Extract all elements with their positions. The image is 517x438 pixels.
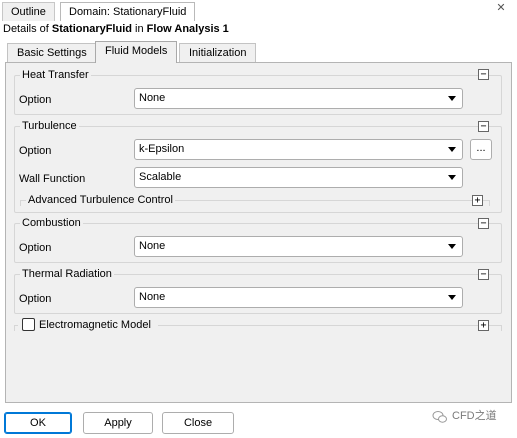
combustion-option-value: None <box>139 240 166 252</box>
turbulence-option-select[interactable]: k-Epsilon <box>134 139 463 160</box>
tab-fluid-models[interactable]: Fluid Models <box>95 41 178 63</box>
dropdown-arrow-icon <box>448 96 456 101</box>
combustion-title: Combustion <box>20 217 83 230</box>
apply-button[interactable]: Apply <box>83 412 153 434</box>
turbulence-option-label: Option <box>19 145 52 157</box>
heat-transfer-option-value: None <box>139 92 166 104</box>
heat-transfer-option-select[interactable]: None <box>134 88 463 109</box>
close-icon[interactable]: ✕ <box>494 2 508 16</box>
tab-initialization[interactable]: Initialization <box>179 43 257 62</box>
electromagnetic-checkbox[interactable] <box>22 318 35 331</box>
details-header: Details of StationaryFluid in Flow Analy… <box>3 22 229 36</box>
thermal-radiation-title: Thermal Radiation <box>20 268 114 281</box>
combustion-collapse-icon[interactable]: − <box>478 218 489 229</box>
electromagnetic-expand-icon[interactable]: + <box>478 320 489 331</box>
dropdown-arrow-icon <box>448 295 456 300</box>
dropdown-arrow-icon <box>448 175 456 180</box>
watermark-text: CFD之道 <box>452 410 497 422</box>
heat-transfer-option-label: Option <box>19 94 52 106</box>
tab-domain[interactable]: Domain: StationaryFluid <box>60 2 196 21</box>
thermal-radiation-option-label: Option <box>19 293 52 305</box>
ok-button[interactable]: OK <box>4 412 72 434</box>
turbulence-collapse-icon[interactable]: − <box>478 121 489 132</box>
wall-function-select[interactable]: Scalable <box>134 167 463 188</box>
tab-outline[interactable]: Outline <box>2 2 55 21</box>
tab-basic-settings[interactable]: Basic Settings <box>7 43 97 62</box>
details-object: StationaryFluid <box>51 23 132 35</box>
close-button[interactable]: Close <box>162 412 234 434</box>
thermal-radiation-option-select[interactable]: None <box>134 287 463 308</box>
thermal-radiation-collapse-icon[interactable]: − <box>478 269 489 280</box>
combustion-option-label: Option <box>19 242 52 254</box>
wall-function-label: Wall Function <box>19 173 86 185</box>
details-analysis: Flow Analysis 1 <box>146 23 229 35</box>
advanced-turbulence-expand-icon[interactable]: + <box>472 195 483 206</box>
electromagnetic-label: Electromagnetic Model <box>39 319 151 331</box>
turbulence-more-button[interactable]: ... <box>470 139 492 160</box>
details-middle: in <box>131 23 147 35</box>
wall-function-value: Scalable <box>139 171 182 183</box>
advanced-turbulence-title: Advanced Turbulence Control <box>26 193 175 207</box>
thermal-radiation-option-value: None <box>139 291 166 303</box>
turbulence-option-value: k-Epsilon <box>139 143 185 155</box>
dropdown-arrow-icon <box>448 147 456 152</box>
heat-transfer-collapse-icon[interactable]: − <box>478 69 489 80</box>
heat-transfer-title: Heat Transfer <box>20 69 91 82</box>
combustion-option-select[interactable]: None <box>134 236 463 257</box>
wechat-icon <box>432 409 448 425</box>
turbulence-title: Turbulence <box>20 120 79 133</box>
dropdown-arrow-icon <box>448 244 456 249</box>
details-prefix: Details of <box>3 23 52 35</box>
